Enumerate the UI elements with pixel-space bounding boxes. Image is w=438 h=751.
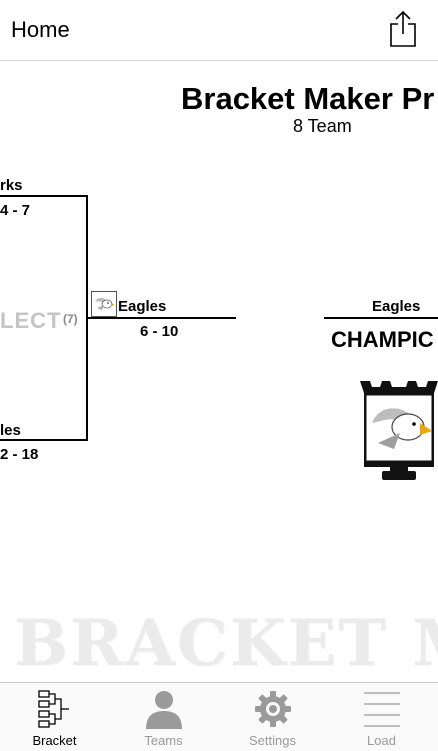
bracket-subtitle: 8 Team — [293, 116, 352, 136]
bracket-title: Bracket Maker Pr — [181, 81, 435, 116]
nav-title: Home — [11, 17, 70, 42]
tab-bracket[interactable]: Bracket — [0, 683, 109, 751]
tab-settings-label: Settings — [249, 733, 296, 748]
share-icon — [390, 10, 416, 47]
top-team-line — [0, 195, 88, 197]
bottom-team-score: 2 - 18 — [0, 446, 39, 463]
gear-icon — [254, 691, 291, 727]
bracket-icon — [37, 690, 69, 728]
person-icon — [145, 691, 182, 729]
tab-load[interactable]: Load — [327, 683, 436, 751]
tab-teams[interactable]: Teams — [109, 683, 218, 751]
share-button[interactable] — [387, 8, 419, 50]
select-team-placeholder[interactable]: LECT — [0, 308, 61, 334]
tab-bar: Bracket Teams Settings Load — [0, 682, 438, 751]
top-team-score: 4 - 7 — [0, 202, 31, 219]
tab-teams-label: Teams — [144, 733, 183, 748]
list-icon — [363, 692, 400, 727]
bottom-team-line — [0, 439, 88, 441]
top-team-name[interactable]: rks — [0, 177, 23, 194]
champion-line — [324, 317, 438, 319]
winner-team-name[interactable]: Eagles — [118, 298, 166, 315]
winner-line — [88, 317, 236, 319]
watermark-logo: BRACKET MAKE — [14, 606, 438, 681]
winner-score: 6 - 10 — [140, 323, 179, 340]
tab-settings[interactable]: Settings — [218, 683, 327, 751]
champion-label: CHAMPIC — [331, 327, 434, 352]
bracket-canvas[interactable]: Bracket Maker Pr 8 Team rks 4 - 7 les 2 … — [0, 61, 438, 682]
champion-team-name[interactable]: Eagles — [372, 298, 420, 315]
navigation-bar: Home — [0, 0, 438, 61]
trophy-icon — [356, 377, 438, 481]
select-seed: (7) — [63, 312, 78, 326]
bottom-team-name[interactable]: les — [0, 422, 21, 439]
tab-load-label: Load — [367, 733, 396, 748]
tab-bracket-label: Bracket — [32, 733, 77, 748]
eagle-icon — [91, 291, 117, 317]
